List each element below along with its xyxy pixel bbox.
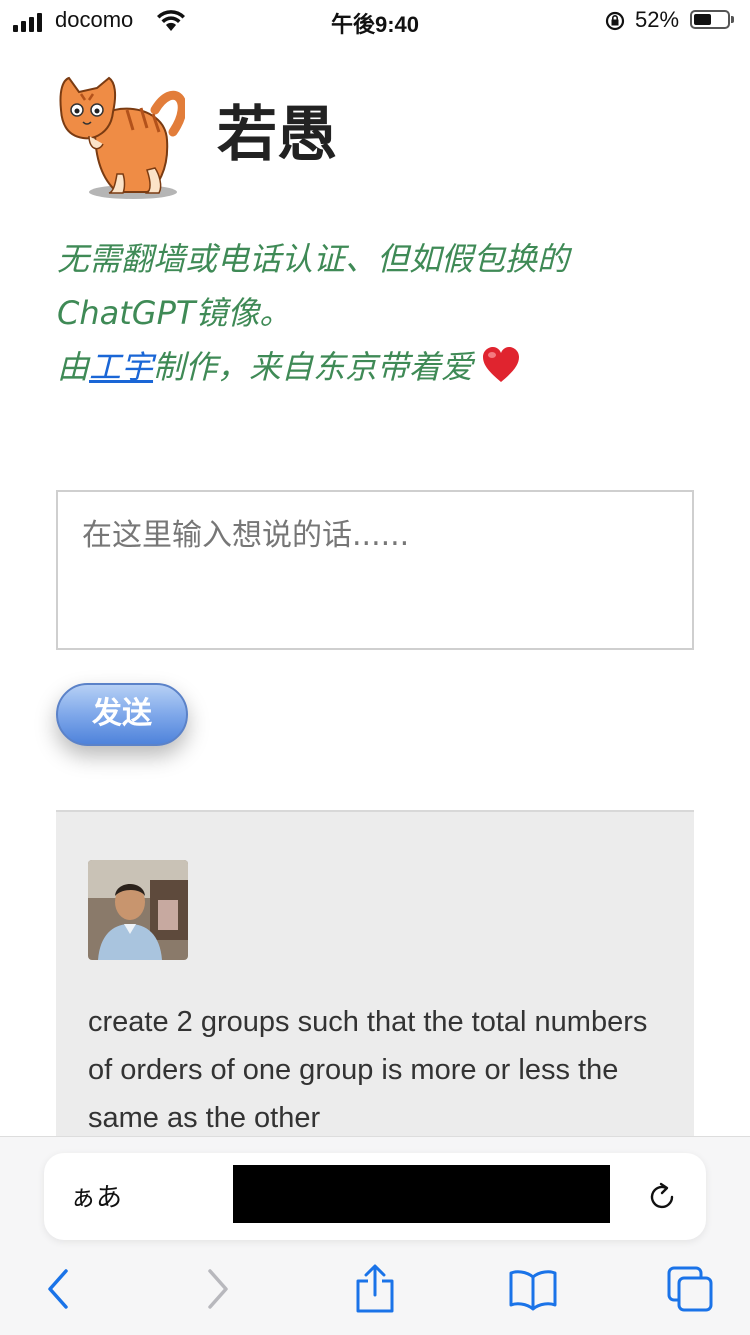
tagline-line-1: 无需翻墙或电话认证、但如假包换的: [57, 240, 570, 278]
status-bar: docomo 午後9:40 52%: [0, 0, 750, 42]
tagline: 无需翻墙或电话认证、但如假包换的 ChatGPT镜像。 由工宇制作，来自东京带着…: [57, 232, 697, 394]
tabs-icon[interactable]: [666, 1265, 716, 1315]
message-input[interactable]: 在这里输入想说的话......: [56, 490, 694, 650]
heart-icon: [483, 347, 520, 382]
browser-toolbar: ぁあ: [0, 1136, 750, 1335]
tagline-line-2: ChatGPT镜像。: [57, 294, 292, 332]
message-card: create 2 groups such that the total numb…: [56, 810, 694, 1140]
redacted-url: [233, 1165, 610, 1223]
battery-tip: [731, 16, 734, 23]
avatar: [88, 860, 188, 960]
tagline-line-3: 由工宇制作，来自东京带着爱: [57, 340, 697, 394]
bookmarks-icon[interactable]: [508, 1267, 558, 1311]
send-button[interactable]: 发送: [56, 683, 188, 746]
battery-percent: 52%: [635, 7, 680, 32]
tagline-prefix: 由: [57, 348, 90, 386]
cat-logo-icon: [59, 76, 185, 199]
forward-icon[interactable]: [200, 1267, 236, 1311]
back-icon[interactable]: [40, 1267, 76, 1311]
message-text: create 2 groups such that the total numb…: [88, 1006, 648, 1134]
address-bar[interactable]: ぁあ: [44, 1153, 706, 1240]
tagline-suffix: 制作，来自东京带着爱: [153, 348, 474, 386]
site-title: 若愚: [217, 100, 337, 170]
text-size-button[interactable]: ぁあ: [70, 1177, 122, 1214]
author-link[interactable]: 工宇: [89, 348, 153, 386]
battery-fill: [694, 14, 711, 25]
share-icon[interactable]: [352, 1263, 398, 1315]
reload-icon[interactable]: [644, 1179, 680, 1215]
message-input-placeholder: 在这里输入想说的话......: [82, 518, 410, 553]
orientation-lock-icon: [605, 11, 625, 31]
battery-icon: [690, 10, 730, 29]
